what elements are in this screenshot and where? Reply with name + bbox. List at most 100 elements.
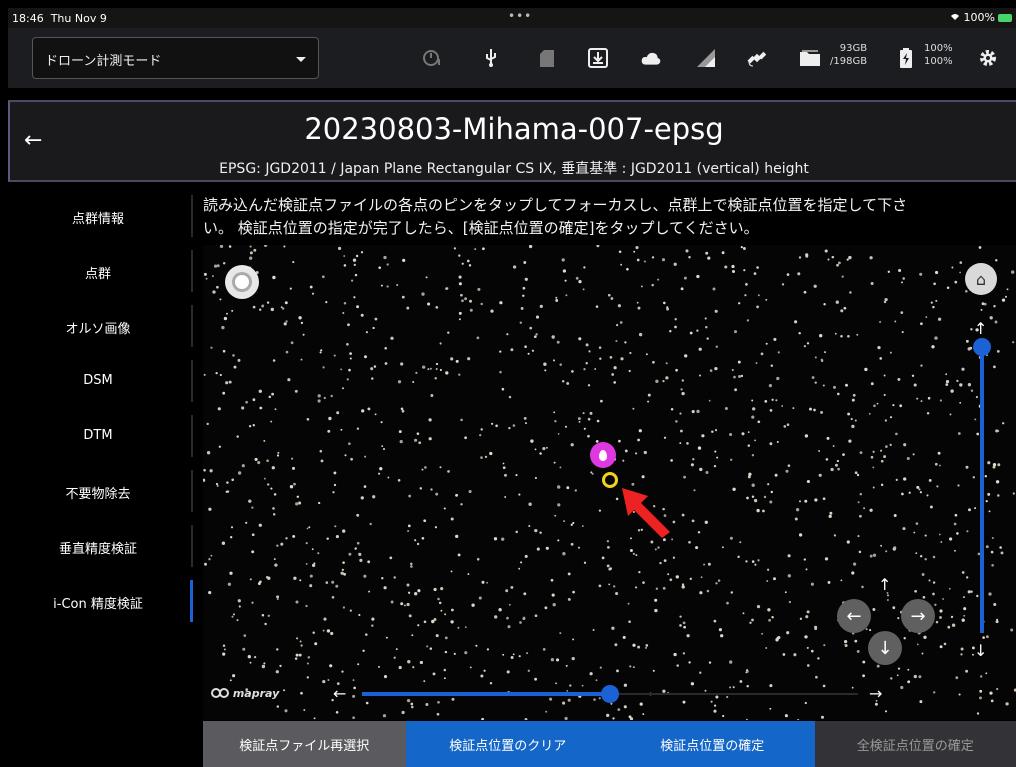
point bbox=[363, 485, 367, 488]
slider-left-arrow-icon[interactable]: ← bbox=[333, 684, 346, 703]
point bbox=[777, 351, 780, 354]
signal-icon[interactable] bbox=[696, 48, 716, 68]
point bbox=[769, 500, 773, 504]
sidebar-item-pointcloud-info[interactable]: 点群情報 bbox=[8, 191, 198, 241]
battery-charging-icon bbox=[896, 48, 916, 68]
pan-down-button[interactable]: ↓ bbox=[868, 631, 902, 665]
point bbox=[760, 352, 764, 356]
point bbox=[421, 536, 425, 540]
point bbox=[423, 620, 427, 624]
multitask-dots[interactable]: ••• bbox=[508, 9, 532, 23]
point bbox=[607, 546, 610, 549]
point bbox=[708, 399, 711, 402]
zoom-up-arrow-icon[interactable]: ↑ bbox=[974, 319, 987, 338]
pan-up-icon[interactable]: ↑ bbox=[878, 575, 891, 594]
point bbox=[836, 459, 840, 463]
sidebar-item-ortho[interactable]: オルソ画像 bbox=[8, 301, 198, 351]
point bbox=[993, 304, 996, 308]
sidebar-item-pointcloud[interactable]: 点群 bbox=[8, 246, 198, 296]
cloud-icon[interactable] bbox=[641, 48, 661, 68]
point bbox=[566, 381, 570, 385]
pan-right-button[interactable]: → bbox=[901, 599, 935, 633]
point bbox=[989, 316, 993, 320]
point bbox=[410, 702, 414, 706]
point bbox=[561, 380, 565, 383]
point bbox=[896, 674, 899, 677]
point bbox=[593, 698, 596, 701]
point bbox=[303, 709, 306, 711]
vertical-slider-track[interactable] bbox=[980, 343, 984, 633]
point bbox=[914, 589, 917, 593]
point bbox=[464, 297, 468, 301]
point bbox=[746, 319, 750, 322]
sd-card-icon[interactable] bbox=[537, 48, 557, 68]
horizontal-slider-rest[interactable] bbox=[610, 693, 858, 695]
point bbox=[932, 581, 936, 584]
horizontal-slider-thumb[interactable] bbox=[601, 685, 619, 703]
point bbox=[696, 329, 699, 332]
sidebar-item-vertical-accuracy[interactable]: 垂直精度検証 bbox=[8, 521, 198, 571]
home-button[interactable]: ⌂ bbox=[965, 263, 997, 295]
point bbox=[880, 483, 884, 487]
point bbox=[771, 615, 774, 619]
verification-point-target[interactable] bbox=[602, 472, 618, 488]
clock-alert-icon[interactable] bbox=[422, 48, 442, 68]
horizontal-slider-track[interactable] bbox=[362, 692, 610, 696]
point bbox=[518, 655, 521, 658]
point bbox=[924, 557, 927, 561]
point bbox=[319, 449, 323, 453]
point bbox=[638, 570, 641, 574]
usb-icon[interactable] bbox=[481, 48, 501, 68]
confirm-all-positions-button[interactable]: 全検証点位置の確定 bbox=[814, 721, 1016, 767]
verification-point-pin[interactable] bbox=[590, 442, 616, 468]
sidebar-item-dtm[interactable]: DTM bbox=[8, 411, 198, 461]
point bbox=[355, 254, 359, 258]
sidebar-item-noise-removal[interactable]: 不要物除去 bbox=[8, 466, 198, 516]
point bbox=[585, 343, 589, 347]
point bbox=[317, 399, 321, 403]
point bbox=[879, 357, 882, 360]
gear-icon[interactable] bbox=[978, 48, 998, 68]
point bbox=[966, 530, 969, 533]
reselect-file-button[interactable]: 検証点ファイル再選択 bbox=[203, 721, 406, 767]
point bbox=[616, 324, 619, 327]
point bbox=[589, 672, 593, 676]
point bbox=[641, 475, 645, 479]
folder-icon[interactable] bbox=[800, 48, 820, 68]
mode-select[interactable]: ドローン計測モード bbox=[32, 37, 319, 79]
point bbox=[209, 469, 213, 473]
point bbox=[756, 604, 761, 609]
point bbox=[519, 621, 522, 624]
point bbox=[613, 381, 616, 384]
point bbox=[549, 697, 553, 701]
pan-left-button[interactable]: ← bbox=[837, 599, 871, 633]
slider-right-arrow-icon[interactable]: → bbox=[869, 684, 882, 703]
display-toggle-button[interactable] bbox=[225, 265, 259, 299]
download-box-icon[interactable] bbox=[588, 48, 608, 68]
pointcloud-viewer[interactable]: ⌂ ↑ ↓ ↑ ← → ↓ mapray ← → bbox=[203, 245, 1016, 720]
point bbox=[688, 256, 691, 259]
point bbox=[507, 625, 511, 629]
point bbox=[433, 618, 437, 621]
point bbox=[277, 451, 280, 454]
satellite-icon[interactable] bbox=[747, 48, 767, 68]
point bbox=[764, 400, 768, 403]
zoom-down-arrow-icon[interactable]: ↓ bbox=[974, 641, 987, 660]
vertical-slider-thumb[interactable] bbox=[973, 338, 991, 356]
point bbox=[907, 668, 910, 671]
point bbox=[754, 563, 757, 566]
point bbox=[775, 638, 779, 642]
point bbox=[662, 380, 665, 383]
confirm-position-button[interactable]: 検証点位置の確定 bbox=[610, 721, 815, 767]
point bbox=[1010, 628, 1014, 632]
sidebar-item-dsm[interactable]: DSM bbox=[8, 356, 198, 406]
sidebar-item-icon-accuracy[interactable]: i-Con 精度検証 bbox=[8, 576, 198, 626]
point bbox=[628, 620, 631, 624]
point bbox=[276, 454, 280, 457]
clear-position-button[interactable]: 検証点位置のクリア bbox=[405, 721, 610, 767]
point bbox=[382, 447, 386, 451]
point bbox=[203, 272, 207, 276]
point bbox=[524, 554, 528, 558]
point bbox=[331, 595, 335, 599]
point bbox=[341, 670, 344, 673]
